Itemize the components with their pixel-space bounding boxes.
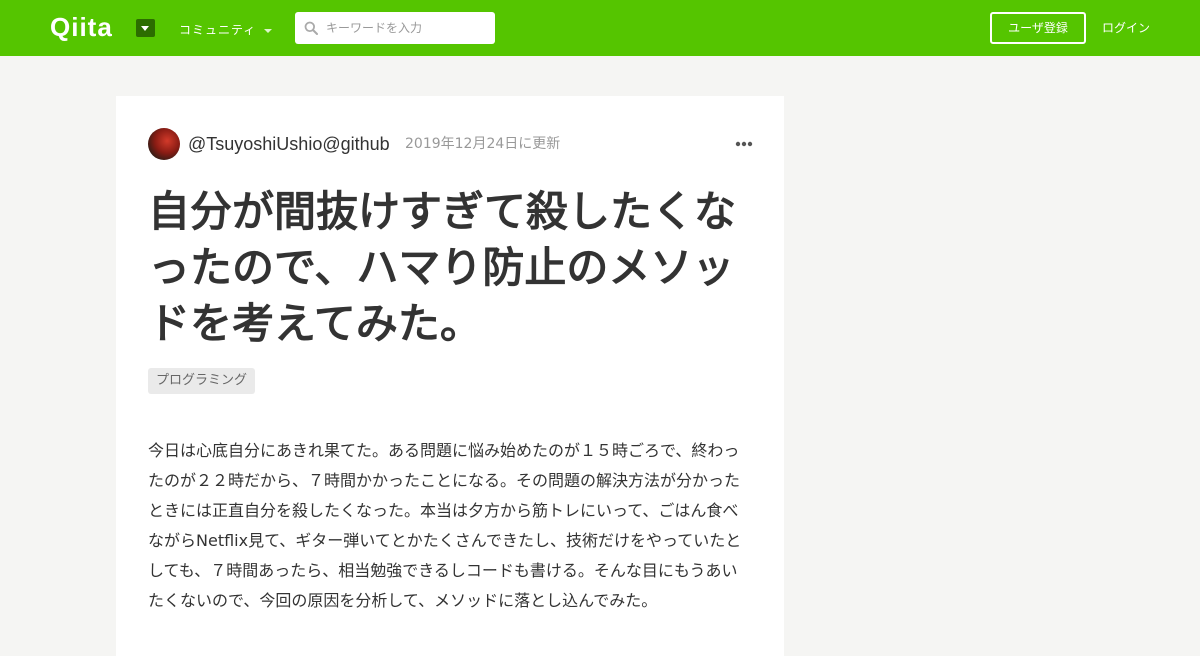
login-link[interactable]: ログイン [1102,19,1150,37]
top-navbar: Qiita コミュニティ ユーザ登録 ログイン [0,0,1200,56]
qiita-logo[interactable]: Qiita [50,12,113,42]
chevron-down-icon [264,28,273,33]
logo-menu-dropdown-icon[interactable] [136,19,155,37]
community-label: コミュニティ [179,23,257,37]
article-body: 今日は心底自分にあきれ果てた。ある問題に悩み始めたのが１５時ごろで、終わったのが… [148,441,742,610]
search-box [295,12,495,44]
search-input[interactable] [326,12,486,44]
signup-button[interactable]: ユーザ登録 [990,12,1086,44]
community-menu[interactable]: コミュニティ [179,21,273,39]
author-avatar[interactable] [148,128,180,160]
search-icon [304,21,318,35]
more-options-icon[interactable] [734,135,754,153]
author-name[interactable]: @TsuyoshiUshio@github [188,131,390,157]
article-title: 自分が間抜けすぎて殺したくなったので、ハマり防止のメソッドを考えてみた。 [148,187,737,348]
updated-date: 2019年12月24日に更新 [405,136,561,152]
tag-programming[interactable]: プログラミング [148,368,256,394]
article-card: @TsuyoshiUshio@github 2019年12月24日に更新 自分が… [116,96,784,656]
